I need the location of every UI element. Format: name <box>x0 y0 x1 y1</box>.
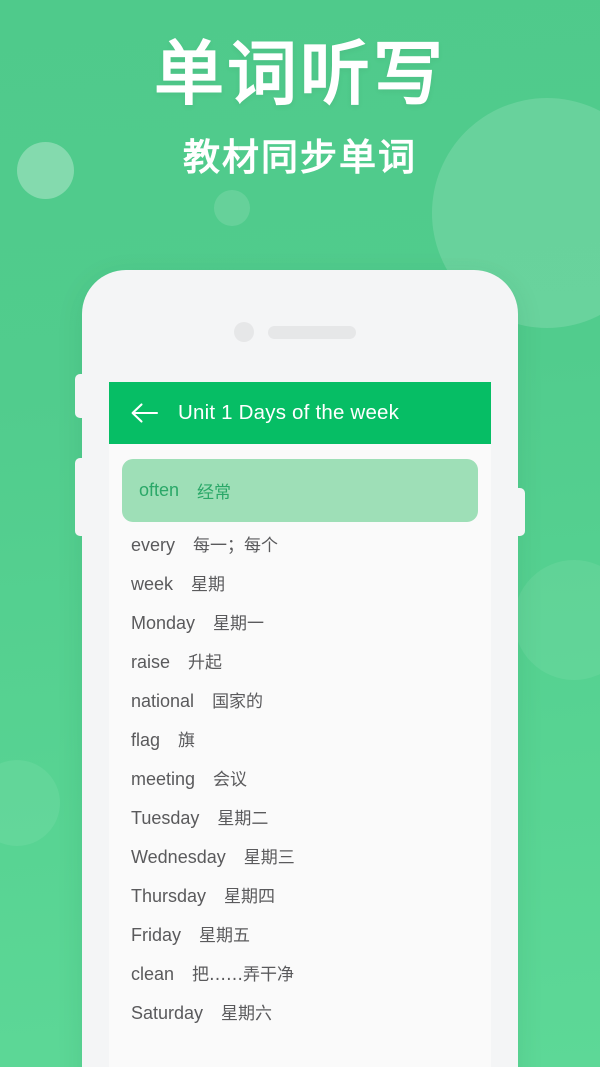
word-row[interactable]: Thursday 星期四 <box>109 882 491 921</box>
word-english: flag <box>131 730 161 750</box>
word-row[interactable]: national 国家的 <box>109 687 491 726</box>
hero-text-block: 单词听写 教材同步单词 <box>0 38 600 181</box>
word-translation: 把……弄干净 <box>192 965 295 985</box>
word-english: week <box>131 574 174 594</box>
word-english: raise <box>131 652 171 672</box>
phone-volume-buttons[interactable] <box>75 458 84 536</box>
page-subtitle: 教材同步单词 <box>183 135 417 179</box>
word-translation: 星期五 <box>199 926 251 946</box>
word-translation: 经常 <box>197 483 232 503</box>
word-english: Thursday <box>131 886 207 906</box>
word-row[interactable]: raise 升起 <box>109 648 491 687</box>
word-list[interactable]: often 经常 every 每一；每个 week 星期 Monday 星期一 raise 升起 n… <box>109 444 491 1038</box>
earpiece-speaker-icon <box>268 326 356 339</box>
word-english: Friday <box>131 925 182 945</box>
word-translation: 每一；每个 <box>193 536 279 556</box>
word-english: Saturday <box>131 1003 204 1023</box>
word-translation: 星期二 <box>217 809 269 829</box>
word-translation: 星期三 <box>243 848 295 868</box>
word-translation: 旗 <box>178 731 196 751</box>
word-english: meeting <box>131 769 196 789</box>
arrow-left-icon[interactable] <box>128 397 160 429</box>
phone-mockup: Unit 1 Days of the week often 经常 every 每一；每… <box>75 270 525 1067</box>
page-title: 单词听写 <box>154 33 446 115</box>
word-english: Monday <box>131 613 196 633</box>
decorative-circle-lower-right <box>514 560 600 680</box>
word-row[interactable]: Saturday 星期六 <box>109 999 491 1038</box>
word-row[interactable]: Wednesday 星期三 <box>109 843 491 882</box>
word-row[interactable]: Monday 星期一 <box>109 609 491 648</box>
word-translation: 星期 <box>191 575 226 595</box>
word-row[interactable]: flag 旗 <box>109 726 491 765</box>
decorative-circle-lower-left <box>0 760 60 846</box>
word-translation: 星期四 <box>224 887 276 907</box>
phone-power-button[interactable] <box>516 488 525 536</box>
word-row[interactable]: week 星期 <box>109 570 491 609</box>
word-translation: 会议 <box>213 770 248 790</box>
word-english: Tuesday <box>131 808 200 828</box>
word-row[interactable]: clean 把……弄干净 <box>109 960 491 999</box>
word-english: clean <box>131 964 175 984</box>
word-row[interactable]: every 每一；每个 <box>109 531 491 570</box>
app-header-bar: Unit 1 Days of the week <box>109 382 491 444</box>
word-row-active[interactable]: often 经常 <box>122 459 478 522</box>
word-english: Wednesday <box>131 847 226 867</box>
word-translation: 星期一 <box>213 614 265 634</box>
decorative-circle-center <box>214 190 250 226</box>
word-english: national <box>131 691 195 711</box>
word-row[interactable]: meeting 会议 <box>109 765 491 804</box>
phone-screen: Unit 1 Days of the week often 经常 every 每一；每… <box>109 382 491 1067</box>
word-translation: 升起 <box>188 653 223 673</box>
front-camera-icon <box>234 322 254 342</box>
word-translation: 国家的 <box>212 692 264 712</box>
word-row[interactable]: Tuesday 星期二 <box>109 804 491 843</box>
word-english: every <box>131 535 176 555</box>
phone-mute-switch[interactable] <box>75 374 84 418</box>
promo-screenshot: 单词听写 教材同步单词 Unit 1 Days of the week ofte… <box>0 0 600 1067</box>
unit-title: Unit 1 Days of the week <box>178 401 400 424</box>
word-english: often <box>139 480 180 500</box>
word-translation: 星期六 <box>221 1004 273 1024</box>
word-row[interactable]: Friday 星期五 <box>109 921 491 960</box>
